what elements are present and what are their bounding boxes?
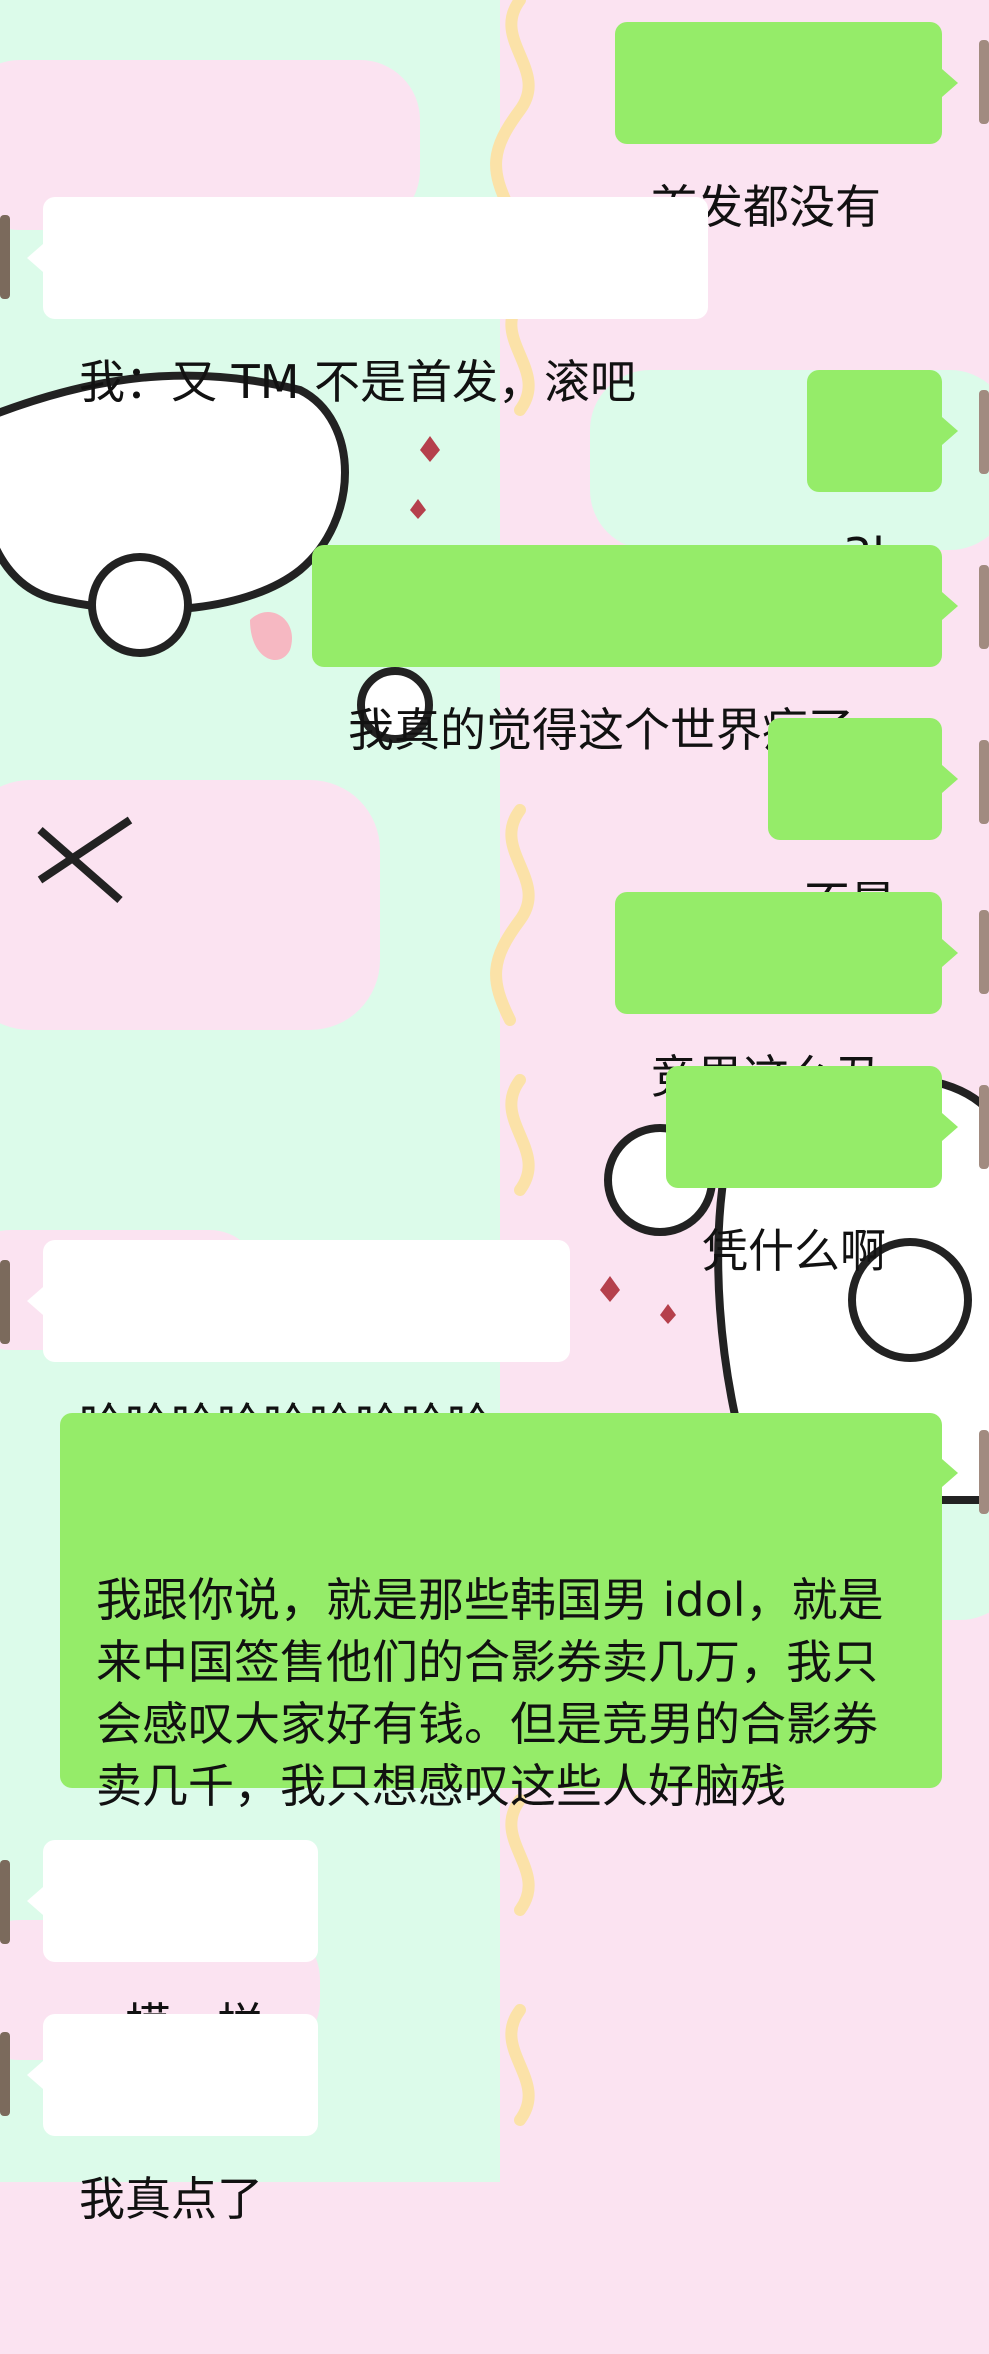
message-bubble-sent[interactable]: 竞男这么丑: [615, 892, 958, 1104]
message-text: 凭什么啊: [702, 1224, 886, 1278]
message-text: 我跟你说，就是那些韩国男 idol，就是来中国签售他们的合影券卖几万，我只会感叹…: [96, 1573, 884, 1813]
message-bubble-received[interactable]: 哈哈哈哈哈哈哈哈哈: [27, 1240, 570, 1452]
message-bubble-sent[interactable]: 3k: [807, 370, 958, 582]
message-bubble-sent[interactable]: 不是: [768, 718, 958, 930]
message-text: 我：又 TM 不是首发，滚吧: [79, 355, 637, 409]
message-bubble-received[interactable]: 我真点了: [27, 2014, 318, 2226]
message-text: 我真点了: [79, 2172, 263, 2226]
message-bubble-received[interactable]: 我：又 TM 不是首发，滚吧: [27, 197, 708, 409]
chat-message-list: 首发都没有 我：又 TM 不是首发，滚吧 3k 我真的觉得这个世界疯了 不是 竞…: [0, 0, 989, 2226]
message-bubble-received[interactable]: 一模一样: [27, 1840, 318, 2052]
message-bubble-sent[interactable]: 我跟你说，就是那些韩国男 idol，就是来中国签售他们的合影券卖几万，我只会感叹…: [60, 1413, 958, 1813]
message-bubble-sent[interactable]: 我真的觉得这个世界疯了: [312, 545, 958, 757]
message-bubble-sent[interactable]: 首发都没有: [615, 22, 958, 234]
message-bubble-sent[interactable]: 凭什么啊: [666, 1066, 958, 1278]
